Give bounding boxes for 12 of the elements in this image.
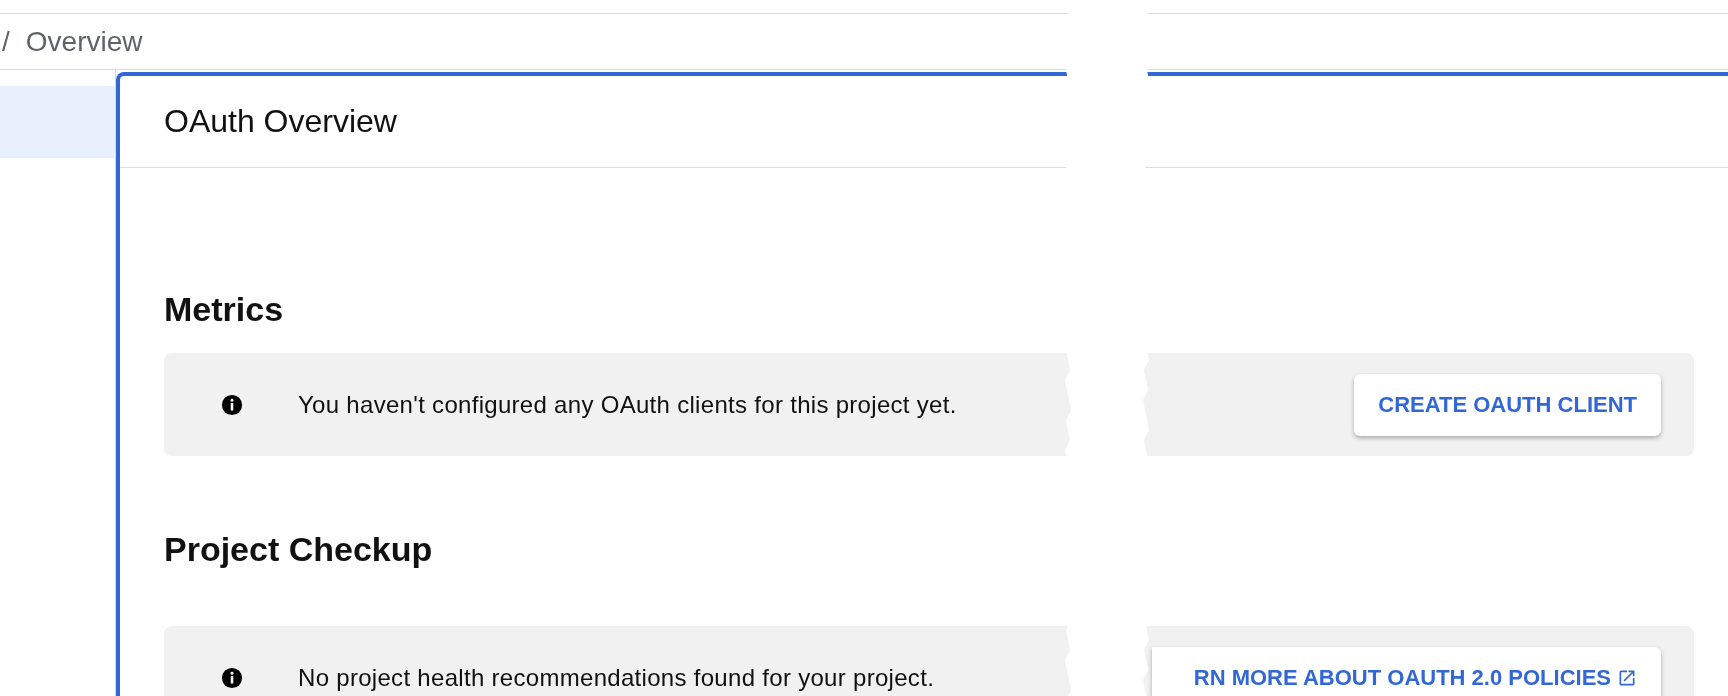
sidebar-item[interactable]	[0, 86, 115, 158]
notice-text: You haven't configured any OAuth clients for this project yet.	[298, 390, 958, 419]
action-button[interactable]: CREATE OAUTH CLIENT	[1354, 373, 1661, 436]
breadcrumb-current: Overview	[25, 25, 143, 58]
section-heading: Project Checkup	[164, 529, 434, 569]
card-title: OAuth Overview	[164, 103, 397, 140]
notice-text: No project health recommendations found for your project.	[298, 663, 936, 692]
action-button[interactable]: RN MORE ABOUT OAUTH 2.0 POLICIES	[1152, 646, 1661, 696]
info-icon	[221, 666, 243, 689]
section-heading: Metrics	[164, 289, 285, 329]
breadcrumb-separator: /	[2, 25, 10, 58]
info-icon	[221, 393, 243, 416]
